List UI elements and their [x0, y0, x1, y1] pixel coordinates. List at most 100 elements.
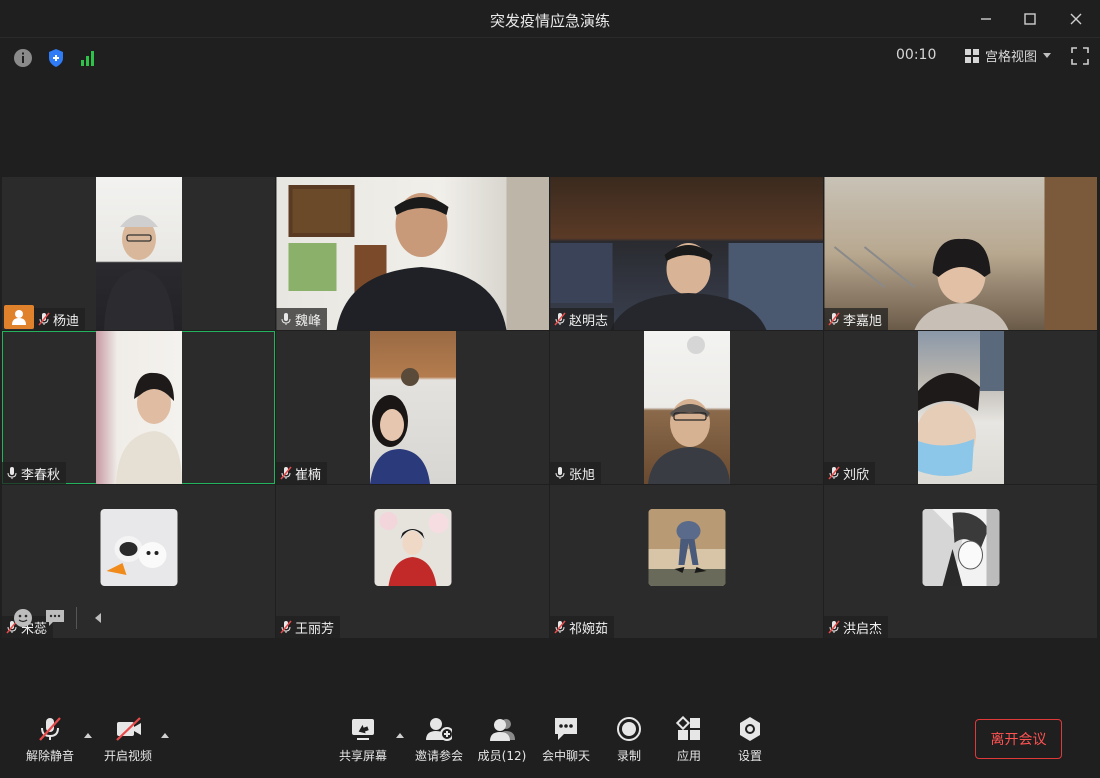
audio-options-caret[interactable] — [84, 733, 92, 738]
mic-muted-icon — [280, 466, 292, 480]
mic-muted-icon — [828, 620, 840, 634]
participant-video — [369, 331, 456, 484]
participant-tile[interactable]: 赵明志 — [550, 177, 823, 330]
participant-name: 崔楠 — [295, 467, 322, 483]
divider — [76, 607, 77, 629]
participant-name-tag: 李春秋 — [2, 462, 67, 484]
gear-icon — [737, 716, 763, 742]
share-screen-label: 共享屏幕 — [338, 749, 387, 763]
participant-tile[interactable]: 杨迪 — [2, 177, 275, 330]
participant-avatar — [648, 509, 725, 586]
participant-name: 洪启杰 — [843, 621, 883, 637]
signal-icon[interactable] — [79, 48, 99, 68]
share-screen-icon — [350, 716, 376, 742]
participant-tile[interactable]: 刘欣 — [824, 331, 1097, 484]
apps-button[interactable]: 应用 — [657, 716, 721, 764]
participant-tile[interactable]: 王丽芳 — [276, 485, 549, 638]
apps-label: 应用 — [676, 749, 701, 763]
video-options-caret[interactable] — [161, 733, 169, 738]
start-video-button[interactable]: 开启视频 — [96, 716, 160, 764]
participant-name-tag: 王丽芳 — [276, 616, 341, 638]
apps-icon — [676, 716, 702, 742]
participant-name: 祁婉茹 — [569, 621, 609, 637]
start-video-label: 开启视频 — [103, 749, 152, 763]
participant-name-tag: 刘欣 — [824, 462, 876, 484]
share-screen-button[interactable]: 共享屏幕 — [331, 716, 395, 764]
members-label: 成员(12) — [477, 749, 527, 763]
view-mode-label: 宫格视图 — [985, 50, 1038, 65]
title-bar: 突发疫情应急演练 — [0, 0, 1100, 38]
participant-name-tag: 崔楠 — [276, 462, 328, 484]
meeting-timer: 00:10 — [896, 47, 937, 63]
add-user-icon — [426, 716, 452, 742]
collapse-left-icon[interactable] — [87, 607, 109, 629]
record-button[interactable]: 录制 — [597, 716, 661, 764]
participant-name-tag: 张旭 — [550, 462, 602, 484]
unmute-button[interactable]: 解除静音 — [18, 716, 82, 764]
participant-avatar — [922, 509, 999, 586]
info-icon[interactable] — [13, 48, 33, 68]
mic-icon — [281, 313, 291, 325]
mic-muted-icon — [38, 312, 50, 326]
participant-name: 张旭 — [569, 467, 596, 483]
video-grid: 杨迪 魏峰 赵明志 李嘉旭 李春秋 崔楠 张旭 刘欣 宋蕊 王丽芳 祁婉茹 洪启… — [2, 177, 1098, 639]
participant-name-tag: 赵明志 — [550, 308, 615, 330]
share-options-caret[interactable] — [396, 733, 404, 738]
record-label: 录制 — [616, 749, 641, 763]
participant-name-tag: 洪启杰 — [824, 616, 889, 638]
participant-tile[interactable]: 张旭 — [550, 331, 823, 484]
maximize-icon[interactable] — [1017, 8, 1043, 30]
participant-name: 杨迪 — [53, 313, 80, 329]
host-icon — [4, 305, 34, 329]
mic-icon — [555, 467, 565, 479]
unmute-label: 解除静音 — [25, 749, 74, 763]
mic-muted-icon — [554, 620, 566, 634]
chat-bubble-icon[interactable] — [44, 607, 66, 629]
participant-name-tag: 魏峰 — [276, 308, 328, 330]
members-icon — [489, 716, 515, 742]
participant-video — [95, 331, 182, 484]
grid-view-icon — [965, 48, 979, 63]
participant-tile[interactable]: 洪启杰 — [824, 485, 1097, 638]
participant-tile[interactable]: 祁婉茹 — [550, 485, 823, 638]
participant-tile[interactable]: 李嘉旭 — [824, 177, 1097, 330]
participant-tile[interactable]: 魏峰 — [276, 177, 549, 330]
emoji-icon[interactable] — [12, 607, 34, 629]
participant-name: 王丽芳 — [295, 621, 335, 637]
participant-name: 赵明志 — [569, 313, 609, 329]
invite-button[interactable]: 邀请参会 — [407, 716, 471, 764]
mic-icon — [7, 467, 17, 479]
chat-button[interactable]: 会中聊天 — [534, 716, 598, 764]
participant-name-tag: 李嘉旭 — [824, 308, 889, 330]
participant-name: 刘欣 — [843, 467, 870, 483]
participant-name: 魏峰 — [295, 313, 322, 329]
fullscreen-icon[interactable] — [1071, 47, 1089, 65]
members-button[interactable]: 成员(12) — [470, 716, 534, 764]
shield-icon[interactable] — [46, 48, 66, 68]
floating-controls — [12, 602, 109, 634]
participant-tile[interactable]: 崔楠 — [276, 331, 549, 484]
chat-icon — [553, 716, 579, 742]
close-icon[interactable] — [1063, 8, 1089, 30]
record-icon — [616, 716, 642, 742]
view-mode-selector[interactable]: 宫格视图 — [965, 46, 1052, 65]
mic-muted-icon — [280, 620, 292, 634]
participant-name-tag: 杨迪 — [34, 308, 86, 330]
settings-button[interactable]: 设置 — [718, 716, 782, 764]
participant-video — [917, 331, 1004, 484]
participant-video — [643, 331, 730, 484]
participant-tile[interactable]: 李春秋 — [2, 331, 275, 484]
minimize-icon[interactable] — [973, 8, 999, 30]
participant-name: 李春秋 — [21, 467, 61, 483]
participant-name: 李嘉旭 — [843, 313, 883, 329]
chevron-down-icon — [1043, 52, 1052, 58]
participant-video — [95, 177, 182, 330]
invite-label: 邀请参会 — [414, 749, 463, 763]
leave-meeting-button[interactable]: 离开会议 — [975, 719, 1062, 759]
participant-avatar — [374, 509, 451, 586]
camera-off-icon — [115, 716, 141, 742]
settings-label: 设置 — [737, 749, 762, 763]
chat-label: 会中聊天 — [541, 749, 590, 763]
participant-avatar — [100, 509, 177, 586]
window-title: 突发疫情应急演练 — [489, 12, 610, 30]
